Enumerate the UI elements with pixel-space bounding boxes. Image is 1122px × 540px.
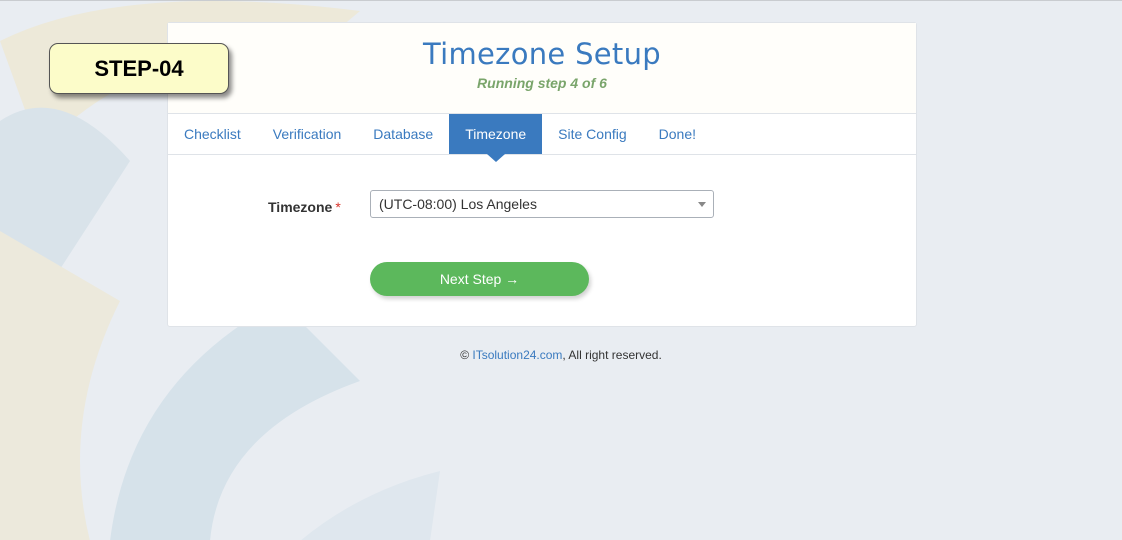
step-progress-text: Running step 4 of 6 — [477, 75, 607, 91]
tab-database[interactable]: Database — [357, 114, 449, 154]
timezone-row: Timezone * (UTC-08:00) Los Angeles — [168, 190, 918, 220]
tab-done[interactable]: Done! — [643, 114, 712, 154]
timezone-label-text: Timezone — [268, 199, 333, 215]
timezone-select-value: (UTC-08:00) Los Angeles — [379, 196, 537, 212]
chevron-down-icon — [698, 202, 706, 207]
footer-suffix: , All right reserved. — [562, 348, 662, 362]
footer-link[interactable]: ITsolution24.com — [472, 348, 562, 362]
next-step-button[interactable]: Next Step → — [370, 262, 589, 296]
timezone-select[interactable]: (UTC-08:00) Los Angeles — [370, 190, 714, 218]
wizard-tabs: Checklist Verification Database Timezone… — [168, 114, 916, 162]
tab-site-config[interactable]: Site Config — [542, 114, 642, 154]
tab-timezone[interactable]: Timezone — [449, 114, 543, 162]
panel-header: Timezone Setup Running step 4 of 6 — [168, 23, 916, 114]
required-mark: * — [335, 199, 341, 215]
timezone-label: Timezone * — [268, 199, 341, 215]
setup-panel: Timezone Setup Running step 4 of 6 Check… — [167, 22, 917, 327]
tab-checklist[interactable]: Checklist — [168, 114, 257, 154]
tab-verification[interactable]: Verification — [257, 114, 357, 154]
footer: © ITsolution24.com, All right reserved. — [0, 348, 1122, 362]
copyright-symbol: © — [460, 348, 470, 362]
step-badge: STEP-04 — [49, 43, 229, 94]
page-title: Timezone Setup — [423, 37, 661, 71]
